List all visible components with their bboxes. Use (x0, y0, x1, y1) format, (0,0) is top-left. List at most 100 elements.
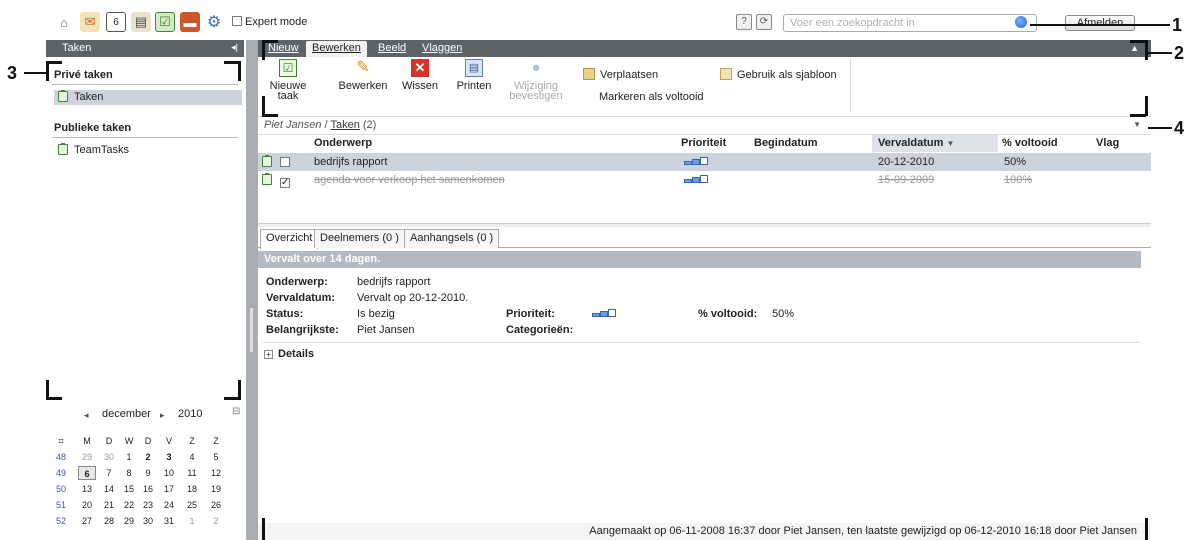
tasks-icon[interactable]: ☑ (155, 12, 175, 32)
calendar-day[interactable]: 11 (183, 466, 201, 480)
calendar-day[interactable]: 4 (183, 450, 201, 464)
vertical-splitter[interactable] (246, 40, 258, 540)
calendar-day[interactable]: 1 (183, 514, 201, 528)
calendar-day[interactable]: 19 (207, 482, 225, 496)
week-number[interactable]: 52 (52, 514, 70, 528)
expert-mode-checkbox[interactable] (232, 16, 242, 26)
column-header-due-date[interactable]: Vervaldatum ▼ (872, 135, 998, 152)
week-number[interactable]: 51 (52, 498, 70, 512)
calendar-day[interactable]: 25 (183, 498, 201, 512)
tab-participants[interactable]: Deelnemers (0 ) (314, 229, 405, 248)
settings-icon[interactable]: ⚙ (204, 12, 224, 32)
week-number[interactable]: 50 (52, 482, 70, 496)
calendar-day[interactable]: 26 (207, 498, 225, 512)
calendar-day[interactable]: 7 (100, 466, 118, 480)
calendar-day[interactable]: 24 (160, 498, 178, 512)
calendar-day[interactable]: 1 (120, 450, 138, 464)
calendar-day[interactable]: 29 (120, 514, 138, 528)
calendar-day[interactable]: 5 (207, 450, 225, 464)
week-number[interactable]: 48 (52, 450, 70, 464)
week-select-icon[interactable]: ⌗ (52, 434, 70, 448)
splitter-grip[interactable] (250, 308, 253, 352)
calendar-day[interactable]: 2 (207, 514, 225, 528)
contacts-icon[interactable]: ✉ (80, 12, 100, 32)
calendar-day[interactable]: 3 (160, 450, 178, 464)
expand-icon[interactable]: + (264, 350, 273, 359)
column-header-priority[interactable]: Prioriteit (681, 135, 726, 152)
calendar-day[interactable]: 20 (78, 498, 96, 512)
move-button[interactable]: Verplaatsen (583, 68, 658, 81)
task-done-checkbox[interactable] (280, 157, 290, 167)
calendar-day[interactable]: 28 (100, 514, 118, 528)
calendar-day[interactable]: 16 (139, 482, 157, 496)
tab-nieuw[interactable]: Nieuw (262, 41, 305, 57)
calendar-day[interactable]: 6 (78, 466, 96, 480)
column-header-percent[interactable]: % voltooid (1002, 135, 1058, 152)
briefcase-icon[interactable]: ▬ (180, 12, 200, 32)
calendar-day[interactable]: 13 (78, 482, 96, 496)
edit-button[interactable]: ✎ Bewerken (336, 59, 390, 92)
mark-done-button[interactable]: Markeren als voltooid (599, 91, 704, 103)
tab-overview[interactable]: Overzicht (260, 229, 319, 249)
breadcrumb-user[interactable]: Piet Jansen (264, 119, 321, 131)
prev-month-icon[interactable]: ◂ (84, 410, 89, 421)
column-header-subject[interactable]: Onderwerp (314, 135, 372, 152)
help-button[interactable]: ? (736, 14, 752, 30)
calendar-day[interactable]: 29 (78, 450, 96, 464)
horizontal-splitter[interactable] (258, 223, 1151, 227)
stakeholder-label: Belangrijkste: (266, 324, 339, 336)
details-expander[interactable]: + Details (264, 348, 314, 360)
column-header-flag[interactable]: Vlag (1096, 135, 1119, 152)
next-month-icon[interactable]: ▸ (160, 410, 165, 421)
new-task-button[interactable]: ☑ Nieuwe taak (268, 59, 308, 102)
tab-vlaggen[interactable]: Vlaggen (416, 41, 468, 57)
breadcrumb-folder[interactable]: Taken (330, 119, 359, 131)
search-icon[interactable] (1015, 16, 1027, 28)
use-template-button[interactable]: Gebruik als sjabloon (720, 68, 837, 81)
table-row[interactable]: ✓ agenda voor verkoop het samenkomen 15-… (258, 171, 1151, 189)
calendar-day[interactable]: 15 (120, 482, 138, 496)
table-row[interactable]: bedrijfs rapport 20-12-2010 50% (258, 153, 1151, 171)
calendar-day[interactable]: 30 (139, 514, 157, 528)
calendar-day[interactable]: 12 (207, 466, 225, 480)
tree-item-teamtasks[interactable]: TeamTasks (54, 143, 242, 158)
calendar-day[interactable]: 23 (139, 498, 157, 512)
calendar-day[interactable]: 17 (160, 482, 178, 496)
column-header-start-date[interactable]: Begindatum (754, 135, 818, 152)
calendar-day[interactable]: 2 (139, 450, 157, 464)
search-input[interactable]: Voer een zoekopdracht in (783, 14, 1037, 32)
view-dropdown-icon[interactable]: ▼ (1133, 120, 1141, 129)
collapse-ribbon-icon[interactable]: ▲ (1130, 43, 1139, 53)
calendar-day[interactable]: 18 (183, 482, 201, 496)
collapse-left-icon[interactable]: ◂| (231, 42, 238, 53)
notes-icon[interactable]: ▤ (131, 12, 151, 32)
calendar-month[interactable]: december (102, 408, 151, 420)
refresh-button[interactable]: ⟳ (756, 14, 772, 30)
calendar-day[interactable]: 8 (120, 466, 138, 480)
print-button[interactable]: ▤ Printen (454, 59, 494, 92)
confirm-change-button[interactable]: ● Wijziging bevestigen (508, 59, 564, 102)
expert-mode-toggle[interactable]: Expert mode (232, 16, 307, 28)
tab-beeld[interactable]: Beeld (372, 41, 412, 57)
calendar-day[interactable]: 21 (100, 498, 118, 512)
task-grid: Onderwerp Prioriteit Begindatum Vervalda… (258, 135, 1151, 223)
logout-button[interactable]: Afmelden (1065, 15, 1135, 31)
tree-item-tasks[interactable]: Taken (54, 90, 242, 105)
tab-bewerken[interactable]: Bewerken (306, 41, 367, 57)
calendar-day[interactable]: 9 (139, 466, 157, 480)
calendar-icon[interactable]: 6 (106, 12, 126, 32)
calendar-day[interactable]: 31 (160, 514, 178, 528)
calendar-day[interactable]: 22 (120, 498, 138, 512)
calendar-year[interactable]: 2010 (178, 408, 202, 420)
task-done-checkbox[interactable]: ✓ (280, 178, 290, 188)
collapse-calendar-icon[interactable]: ⊟ (232, 406, 240, 417)
callout-bracket (238, 61, 241, 81)
calendar-day[interactable]: 27 (78, 514, 96, 528)
calendar-day[interactable]: 14 (100, 482, 118, 496)
home-icon[interactable]: ⌂ (54, 12, 74, 32)
calendar-day[interactable]: 10 (160, 466, 178, 480)
week-number[interactable]: 49 (52, 466, 70, 480)
calendar-day[interactable]: 30 (100, 450, 118, 464)
delete-button[interactable]: ✕ Wissen (400, 59, 440, 92)
tab-attachments[interactable]: Aanhangsels (0 ) (404, 229, 500, 248)
